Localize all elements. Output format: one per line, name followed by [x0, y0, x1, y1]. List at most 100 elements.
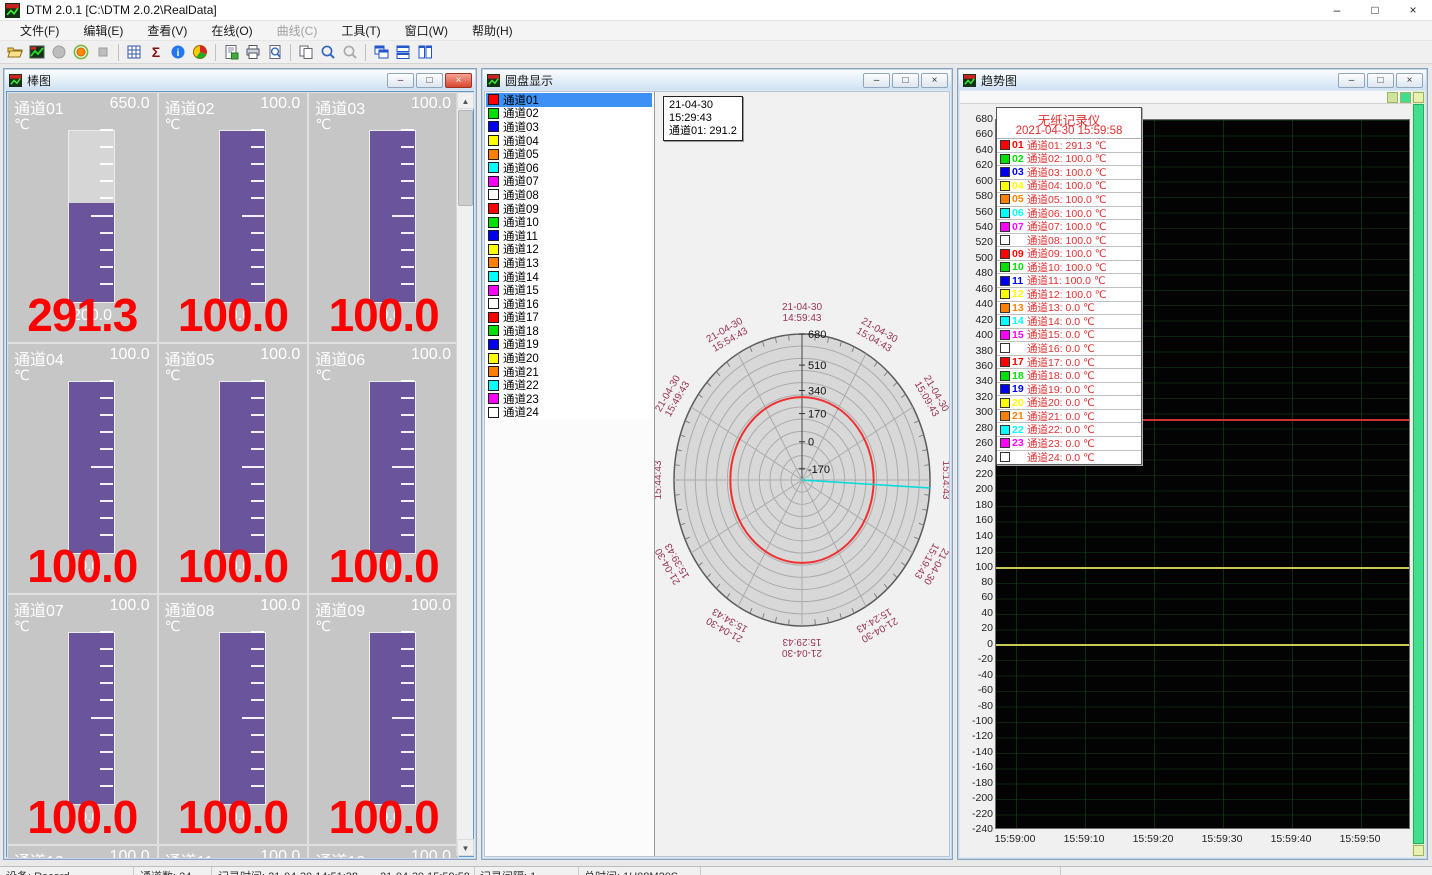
bar-gauge: [68, 130, 115, 303]
toolbar-export-icon[interactable]: [221, 43, 241, 62]
y-tick-label: 400: [962, 329, 993, 341]
minimize-button[interactable]: –: [1318, 0, 1356, 21]
gauge-tick: [100, 751, 113, 753]
toolbar-print-icon[interactable]: [243, 43, 263, 62]
trend-window-icon: [963, 74, 976, 87]
gauge-tick: [251, 768, 264, 770]
toolbar-chart-file-icon[interactable]: [27, 43, 47, 62]
y-tick-label: -140: [962, 746, 993, 758]
legend-color-swatch: [1000, 398, 1010, 408]
gauge-tick: [100, 249, 113, 251]
channel-color-swatch: [488, 407, 499, 418]
toolbar-info-icon[interactable]: i: [168, 43, 188, 62]
channel-value: 100.0: [159, 288, 308, 342]
toolbar-pie-icon[interactable]: [190, 43, 210, 62]
scale-max-label: 100.0: [110, 346, 150, 364]
menu-item-7[interactable]: 窗口(W): [393, 20, 460, 41]
hscroll-button[interactable]: [1387, 92, 1398, 103]
vscroll-button[interactable]: [1413, 92, 1424, 103]
y-tick-label: 580: [962, 190, 993, 202]
toolbar-sigma-icon[interactable]: Σ: [146, 43, 166, 62]
channel-color-swatch: [488, 257, 499, 268]
gauge-tick: [100, 380, 113, 382]
bar-window-scrollbar[interactable]: ▲ ▼: [456, 92, 473, 856]
status-divider: [133, 867, 134, 875]
bar-cell-header: 通道04100.0: [14, 346, 152, 366]
gauge-tick: [401, 414, 414, 416]
close-button[interactable]: ×: [1394, 0, 1432, 21]
menu-item-8[interactable]: 帮助(H): [460, 20, 525, 41]
disk-minimize-button[interactable]: –: [863, 73, 890, 88]
legend-color-swatch: [1000, 181, 1010, 191]
legend-color-swatch: [1000, 289, 1010, 299]
trend-horizontal-scrollbar[interactable]: [960, 91, 1412, 104]
y-tick-label: 200: [962, 483, 993, 495]
vscroll-button[interactable]: [1413, 845, 1424, 856]
gauge-tick: [100, 648, 113, 650]
gauge-tick: [251, 483, 264, 485]
toolbar-stop-disabled-icon: [93, 43, 113, 62]
toolbar-tile-vertical-icon[interactable]: [415, 43, 435, 62]
scroll-thumb[interactable]: [458, 110, 473, 206]
trend-minimize-button[interactable]: –: [1338, 73, 1365, 88]
bar-gauge-cell: 通道12100.0℃0.0100.0: [309, 846, 458, 858]
maximize-button[interactable]: □: [1356, 0, 1394, 21]
disk-maximize-button[interactable]: □: [892, 73, 919, 88]
toolbar-copy-icon[interactable]: [296, 43, 316, 62]
gauge-tick: [100, 163, 113, 165]
y-tick-label: -80: [962, 700, 993, 712]
y-tick-label: -20: [962, 653, 993, 665]
vscroll-thumb[interactable]: [1413, 104, 1424, 844]
toolbar-cascade-icon[interactable]: [371, 43, 391, 62]
toolbar-preview-icon[interactable]: [265, 43, 285, 62]
gauge-tick: [100, 665, 113, 667]
trend-maximize-button[interactable]: □: [1367, 73, 1394, 88]
bar-maximize-button[interactable]: □: [416, 73, 443, 88]
gauge-tick: [392, 215, 414, 217]
status-bar: 设备: Record通道数: 24记录时间: 21-04-30 14:51:38…: [0, 866, 1432, 875]
gauge-tick: [251, 129, 264, 131]
hscroll-button[interactable]: [1400, 92, 1411, 103]
bar-close-button[interactable]: ×: [445, 73, 472, 88]
y-tick-label: 640: [962, 144, 993, 156]
y-tick-label: 160: [962, 514, 993, 526]
gauge-tick: [100, 180, 113, 182]
y-tick-label: 280: [962, 422, 993, 434]
y-tick-label: 260: [962, 437, 993, 449]
disk-window-title: 圆盘显示: [505, 72, 553, 89]
bar-gauge-grid: 通道01650.0℃-200.0291.3通道02100.0℃0.0100.0通…: [7, 92, 459, 858]
bar-window-titlebar: 棒图 – □ ×: [5, 70, 475, 90]
legend-color-swatch: [1000, 452, 1010, 462]
menu-item-3[interactable]: 查看(V): [135, 20, 199, 41]
legend-channel-number: 03: [1010, 166, 1027, 178]
trend-close-button[interactable]: ×: [1396, 73, 1423, 88]
gauge-tick: [100, 129, 113, 131]
disk-close-button[interactable]: ×: [921, 73, 948, 88]
titlebar: DTM 2.0.1 [C:\DTM 2.0.2\RealData] – □ ×: [0, 0, 1432, 21]
gauge-tick: [401, 129, 414, 131]
channel-list-item[interactable]: 通道24: [486, 406, 652, 420]
scroll-down-icon[interactable]: ▼: [457, 839, 474, 856]
gauge-tick: [100, 631, 113, 633]
channel-value: 100.0: [8, 790, 157, 844]
menu-item-2[interactable]: 编辑(E): [71, 20, 135, 41]
gauge-tick: [251, 500, 264, 502]
scroll-up-icon[interactable]: ▲: [457, 92, 474, 109]
menu-item-4[interactable]: 在线(O): [199, 20, 264, 41]
toolbar-table-icon[interactable]: [124, 43, 144, 62]
toolbar-tile-horizontal-icon[interactable]: [393, 43, 413, 62]
app-icon: [5, 3, 20, 18]
toolbar-record-icon[interactable]: [71, 43, 91, 62]
y-tick-label: -220: [962, 808, 993, 820]
menu-item-1[interactable]: 文件(F): [8, 20, 71, 41]
y-tick-label: 520: [962, 236, 993, 248]
bar-gauge-fill: [220, 382, 265, 553]
bar-minimize-button[interactable]: –: [387, 73, 414, 88]
bar-window-title: 棒图: [27, 72, 51, 89]
tooltip-line: 21-04-30: [669, 99, 737, 112]
trend-vertical-scrollbar[interactable]: [1412, 91, 1425, 857]
toolbar-zoom-icon[interactable]: [318, 43, 338, 62]
menu-item-6[interactable]: 工具(T): [329, 20, 392, 41]
legend-channel-number: 11: [1010, 275, 1027, 287]
toolbar-open-icon[interactable]: [5, 43, 25, 62]
